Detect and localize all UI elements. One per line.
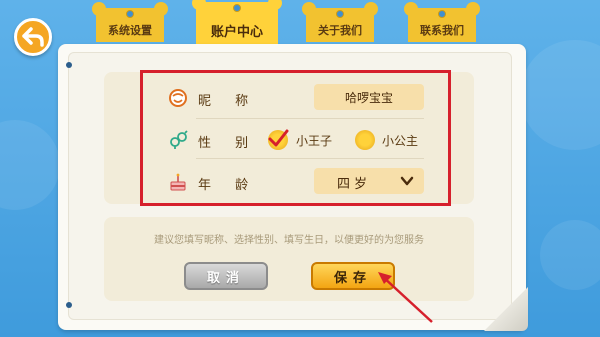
bg-bubble <box>0 120 60 210</box>
bg-bubble <box>520 40 600 150</box>
back-arrow-icon <box>22 27 44 47</box>
binding-hole <box>66 302 72 308</box>
back-button[interactable] <box>14 18 52 56</box>
bg-bubble <box>540 220 600 290</box>
tab-system-settings[interactable]: 系统设置 <box>92 2 168 42</box>
tab-account-center[interactable]: 账户中心 <box>192 0 282 44</box>
tab-label: 系统设置 <box>108 24 152 37</box>
tab-label: 关于我们 <box>318 24 362 37</box>
tab-contact-us[interactable]: 联系我们 <box>404 2 480 42</box>
hint-text: 建议您填写昵称、选择性别、填写生日，以便更好的为您服务 <box>154 235 424 246</box>
highlight-box <box>140 70 451 206</box>
tab-label: 联系我们 <box>420 24 464 37</box>
binding-hole <box>66 62 72 68</box>
tab-label: 账户中心 <box>210 25 263 40</box>
tab-about-us[interactable]: 关于我们 <box>302 2 378 42</box>
annotation-arrow <box>378 272 433 323</box>
cancel-button[interactable]: 取消 <box>184 262 268 290</box>
